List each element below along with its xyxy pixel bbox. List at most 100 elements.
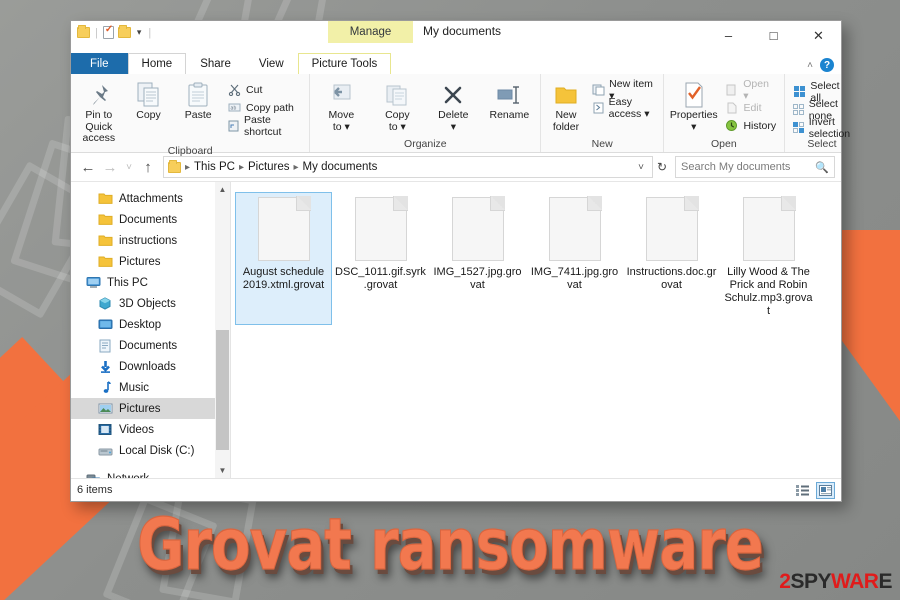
new-small-commands: New item ▾ Easy access ▾ xyxy=(589,77,659,120)
status-bar: 6 items xyxy=(71,478,841,501)
move-to-button[interactable]: Move to ▾ xyxy=(314,77,368,133)
sidebar-item-attachments[interactable]: Attachments xyxy=(71,188,230,209)
minimize-button[interactable]: – xyxy=(706,21,751,50)
encrypted-file-icon xyxy=(451,196,505,261)
button-label: Copy xyxy=(136,109,161,121)
chevron-down-icon[interactable]: ˅ xyxy=(634,162,648,173)
file-item[interactable]: August schedule 2019.xtml.grovat xyxy=(235,192,332,325)
button-label: Move xyxy=(328,109,355,121)
sidebar-item-local-disk[interactable]: Local Disk (C:) xyxy=(71,440,230,461)
properties-icon[interactable] xyxy=(102,24,114,39)
sidebar-item-label: Local Disk (C:) xyxy=(119,444,195,457)
button-label: ▾ xyxy=(691,120,697,133)
close-button[interactable]: ✕ xyxy=(796,21,841,50)
open-button[interactable]: Open ▾ xyxy=(721,78,779,102)
breadcrumb-item-my-documents[interactable]: My documents xyxy=(303,161,378,173)
button-label: History xyxy=(743,119,777,132)
file-name: Lilly Wood & The Prick and Robin Schulz.… xyxy=(724,266,813,317)
scroll-down-arrow[interactable]: ▼ xyxy=(215,463,230,478)
copy-to-button[interactable]: Copy to ▾ xyxy=(370,77,424,133)
edit-button[interactable]: Edit xyxy=(721,99,779,116)
scroll-up-arrow[interactable]: ▲ xyxy=(215,182,230,197)
customize-dropdown-icon[interactable]: ▾ xyxy=(135,27,144,38)
group-label: Clipboard xyxy=(167,144,213,157)
breadcrumb-item-this-pc[interactable]: This PC xyxy=(194,161,235,173)
tab-home[interactable]: Home xyxy=(127,53,187,74)
ribbon: Pin to Quick access Copy Paste Cut ab Co… xyxy=(71,74,850,157)
copy-button[interactable]: Copy xyxy=(125,77,173,122)
new-folder-button[interactable]: New folder xyxy=(545,77,586,133)
up-button[interactable]: ↑ xyxy=(137,159,159,176)
details-view-button[interactable] xyxy=(793,482,812,499)
group-label: New xyxy=(591,138,613,150)
file-item[interactable]: IMG_7411.jpg.grovat xyxy=(526,192,623,325)
sidebar-item-pictures[interactable]: Pictures xyxy=(71,398,230,419)
button-label: Edit xyxy=(743,101,762,114)
tab-picture-tools[interactable]: Picture Tools xyxy=(297,53,392,74)
sidebar-item-3d-objects[interactable]: 3D Objects xyxy=(71,293,230,314)
sidebar-item-label: Attachments xyxy=(119,192,183,205)
back-button[interactable]: ← xyxy=(77,159,99,176)
sidebar-item-pictures-quick[interactable]: Pictures xyxy=(71,251,230,272)
paste-icon xyxy=(187,80,209,110)
sidebar-item-label: Downloads xyxy=(119,360,176,373)
delete-button[interactable]: Delete ▾ xyxy=(426,77,480,133)
sidebar-item-label: Documents xyxy=(119,339,178,352)
chevron-up-icon[interactable]: ˄ xyxy=(807,60,813,71)
folder-icon xyxy=(97,255,113,269)
file-item[interactable]: Instructions.doc.grovat xyxy=(623,192,720,325)
refresh-icon[interactable]: ↻ xyxy=(653,160,671,174)
folder-icon[interactable] xyxy=(77,25,90,38)
new-folder-icon[interactable] xyxy=(117,25,131,38)
sidebar-item-documents-quick[interactable]: Documents xyxy=(71,209,230,230)
easy-access-button[interactable]: Easy access ▾ xyxy=(589,96,659,120)
breadcrumb-separator: ▸ xyxy=(238,161,244,173)
button-label: Copy xyxy=(385,109,410,121)
sidebar-item-instructions[interactable]: instructions xyxy=(71,230,230,251)
sidebar-item-label: This PC xyxy=(107,276,148,289)
window-title: My documents xyxy=(423,24,502,38)
ribbon-group-open: Properties ▾ Open ▾ Edit History Open xyxy=(664,74,785,152)
tab-view[interactable]: View xyxy=(245,53,298,74)
rename-button[interactable]: Rename xyxy=(482,77,536,122)
tab-share[interactable]: Share xyxy=(186,53,245,74)
contextual-tab-label: Manage xyxy=(349,26,392,38)
encrypted-file-icon xyxy=(354,196,408,261)
sidebar-item-label: Desktop xyxy=(119,318,162,331)
file-item[interactable]: DSC_1011.gif.syrk.grovat xyxy=(332,192,429,325)
pin-to-quick-access-button[interactable]: Pin to Quick access xyxy=(75,77,123,145)
paste-button[interactable]: Paste xyxy=(174,77,222,122)
breadcrumb[interactable]: ▸ This PC ▸ Pictures ▸ My documents ˅ xyxy=(163,156,653,178)
file-item[interactable]: IMG_1527.jpg.grovat xyxy=(429,192,526,325)
encrypted-file-icon xyxy=(257,196,311,261)
button-label: access xyxy=(82,132,116,144)
maximize-button[interactable]: □ xyxy=(751,21,796,50)
quick-access-toolbar[interactable]: | ▾ | xyxy=(71,21,152,39)
sidebar-item-videos[interactable]: Videos xyxy=(71,419,230,440)
sidebar-item-downloads[interactable]: Downloads xyxy=(71,356,230,377)
breadcrumb-item-pictures[interactable]: Pictures xyxy=(248,161,290,173)
properties-button[interactable]: Properties ▾ xyxy=(668,77,719,133)
rename-icon xyxy=(496,80,522,110)
large-icons-view-button[interactable] xyxy=(816,481,835,499)
paste-shortcut-button[interactable]: Paste shortcut xyxy=(224,114,305,138)
sidebar-item-label: Network xyxy=(107,473,149,479)
cut-button[interactable]: Cut xyxy=(224,81,305,98)
search-input[interactable]: Search My documents 🔍 xyxy=(675,156,835,178)
scrollbar-thumb[interactable] xyxy=(216,330,229,450)
sidebar-item-music[interactable]: Music xyxy=(71,377,230,398)
history-button[interactable]: History xyxy=(721,117,779,134)
file-item[interactable]: Lilly Wood & The Prick and Robin Schulz.… xyxy=(720,192,817,325)
navigation-scrollbar[interactable]: ▲ ▼ xyxy=(215,182,230,478)
forward-button[interactable]: → xyxy=(99,159,121,176)
button-label: to ▾ xyxy=(388,120,406,133)
sidebar-item-documents[interactable]: Documents xyxy=(71,335,230,356)
help-icon[interactable]: ? xyxy=(820,58,834,72)
sidebar-item-this-pc[interactable]: This PC xyxy=(71,272,230,293)
sidebar-item-network[interactable]: Network xyxy=(71,468,230,478)
tab-file[interactable]: File xyxy=(71,53,128,74)
file-list[interactable]: August schedule 2019.xtml.grovat DSC_101… xyxy=(231,182,841,478)
recent-locations-button[interactable]: ˅ xyxy=(121,162,137,173)
invert-selection-button[interactable]: Invert selection xyxy=(789,116,855,140)
sidebar-item-desktop[interactable]: Desktop xyxy=(71,314,230,335)
